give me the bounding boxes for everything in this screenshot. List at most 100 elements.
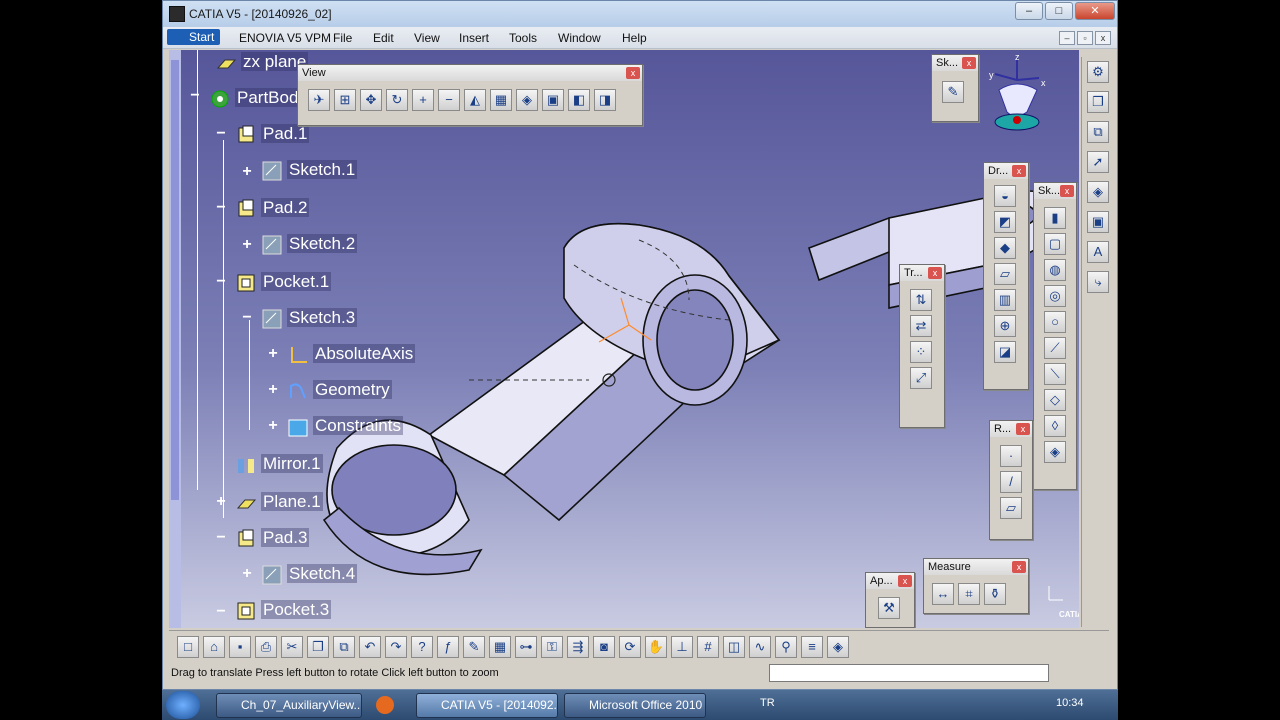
rib-icon[interactable]: ⟋ — [1044, 337, 1066, 359]
menu-insert[interactable]: Insert — [459, 31, 489, 45]
tree-node-pocket-3[interactable]: Pocket.3 — [235, 600, 332, 626]
pocket-tool-icon[interactable]: ▢ — [1044, 233, 1066, 255]
tree-node-pad-1[interactable]: Pad.1 — [235, 124, 310, 150]
tree-node-constraints[interactable]: Constraints — [287, 416, 403, 442]
comment-icon[interactable]: ✎ — [463, 636, 485, 658]
maximize-button[interactable]: □ — [1045, 2, 1073, 20]
menu-enovia[interactable]: ENOVIA V5 VPM — [239, 31, 331, 45]
paste-icon[interactable]: ⧉ — [1087, 121, 1109, 143]
taskbar-button-auxiliaryview[interactable]: Ch_07_AuxiliaryView... — [216, 693, 362, 718]
open-folder-icon[interactable]: ⌂ — [203, 636, 225, 658]
shading-icon[interactable]: ▣ — [542, 89, 564, 111]
menu-help[interactable]: Help — [622, 31, 647, 45]
expand-icon[interactable]: + — [241, 566, 253, 582]
copy-icon[interactable]: ❐ — [307, 636, 329, 658]
remove-face-icon[interactable]: ◪ — [994, 341, 1016, 363]
iso-view-icon[interactable]: ◈ — [516, 89, 538, 111]
spline-icon[interactable]: ∿ — [749, 636, 771, 658]
tree-node-sketch-3[interactable]: Sketch.3 — [261, 308, 358, 334]
formula-icon[interactable]: ƒ — [437, 636, 459, 658]
shaft-icon[interactable]: ◍ — [1044, 259, 1066, 281]
tree-node-plane-1[interactable]: Plane.1 — [235, 492, 323, 518]
surface-icon[interactable]: ◈ — [1087, 181, 1109, 203]
remove-loft-icon[interactable]: ◈ — [1044, 441, 1066, 463]
loft-icon[interactable]: ◊ — [1044, 415, 1066, 437]
tree-node-zx-plane[interactable]: zx plane — [215, 52, 309, 78]
compass-widget[interactable]: z y x — [979, 50, 1059, 140]
numeric-icon[interactable]: # — [697, 636, 719, 658]
expand-icon[interactable]: + — [215, 494, 227, 510]
new-file-icon[interactable]: □ — [177, 636, 199, 658]
collapse-icon[interactable]: − — [215, 126, 227, 142]
annotation-icon[interactable]: ⤷ — [1087, 271, 1109, 293]
fillet-icon[interactable]: ◒ — [994, 185, 1016, 207]
measure-toolbar[interactable]: Measure x ↔ ⌗ ⚱ — [923, 558, 1029, 614]
table-icon[interactable]: ▦ — [489, 636, 511, 658]
dress-up-toolbar-close-button[interactable]: x — [1012, 165, 1026, 177]
save-icon[interactable]: ▪ — [229, 636, 251, 658]
tree-node-sketch-1[interactable]: Sketch.1 — [261, 160, 358, 186]
swap-space-icon[interactable]: ◨ — [594, 89, 616, 111]
shell-icon[interactable]: ▱ — [994, 263, 1016, 285]
expand-icon[interactable]: + — [267, 382, 279, 398]
collapse-icon[interactable]: − — [189, 88, 201, 104]
rotate-icon[interactable]: ↻ — [386, 89, 408, 111]
measure-item-icon[interactable]: ⌗ — [958, 583, 980, 605]
tree-node-geometry[interactable]: Geometry — [287, 380, 392, 406]
refresh-icon[interactable]: ⟳ — [619, 636, 641, 658]
measure-between-icon[interactable]: ↔ — [932, 583, 954, 605]
transformation-toolbar[interactable]: Tr... x ⇅ ⇄ ⁘ ⤢ — [899, 264, 945, 428]
tree-node-pad-2[interactable]: Pad.2 — [235, 198, 310, 224]
cylinder-icon[interactable]: ◫ — [723, 636, 745, 658]
list-icon[interactable]: ≡ — [801, 636, 823, 658]
tree-node-sketch-2[interactable]: Sketch.2 — [261, 234, 358, 260]
sketch-tool-icon[interactable]: ✎ — [942, 81, 964, 103]
clock[interactable]: 10:34 — [1056, 697, 1084, 709]
menu-view[interactable]: View — [414, 31, 440, 45]
collapse-icon[interactable]: − — [241, 310, 253, 326]
translation-icon[interactable]: ⇅ — [910, 289, 932, 311]
menu-file[interactable]: File — [333, 31, 352, 45]
tree-node-partbody[interactable]: PartBody — [209, 88, 309, 114]
mirror-tool-icon[interactable]: ⇄ — [910, 315, 932, 337]
camera-icon[interactable]: ◙ — [593, 636, 615, 658]
multi-view-icon[interactable]: ▦ — [490, 89, 512, 111]
pin-icon[interactable]: ⚲ — [775, 636, 797, 658]
copy-icon[interactable]: ❐ — [1087, 91, 1109, 113]
language-indicator[interactable]: TR — [760, 697, 775, 709]
hole-icon[interactable]: ○ — [1044, 311, 1066, 333]
cube-icon[interactable]: ◈ — [827, 636, 849, 658]
measure-toolbar-close-button[interactable]: x — [1012, 561, 1026, 573]
line-icon[interactable]: / — [1000, 471, 1022, 493]
cut-icon[interactable]: ✂ — [281, 636, 303, 658]
apply-material-toolbar[interactable]: Ap... x ⚒ — [865, 572, 915, 628]
tree-node-pad-3[interactable]: Pad.3 — [235, 528, 310, 554]
tree-node-mirror-1[interactable]: Mirror.1 — [235, 454, 323, 480]
menu-edit[interactable]: Edit — [373, 31, 394, 45]
reference-toolbar-close-button[interactable]: x — [1016, 423, 1030, 435]
pad-tool-icon[interactable]: ▮ — [1044, 207, 1066, 229]
sketcher-toolbar-close-button[interactable]: x — [962, 57, 976, 69]
command-input[interactable] — [769, 664, 1049, 682]
expand-icon[interactable]: + — [267, 418, 279, 434]
reference-toolbar[interactable]: R... x · / ▱ — [989, 420, 1033, 540]
point-icon[interactable]: · — [1000, 445, 1022, 467]
pattern-icon[interactable]: ⁘ — [910, 341, 932, 363]
apply-material-toolbar-close-button[interactable]: x — [898, 575, 912, 587]
scan-icon[interactable]: ⇶ — [567, 636, 589, 658]
redo-icon[interactable]: ↷ — [385, 636, 407, 658]
paste-icon[interactable]: ⧉ — [333, 636, 355, 658]
chamfer-icon[interactable]: ◩ — [994, 211, 1016, 233]
zoom-in-icon[interactable]: + — [412, 89, 434, 111]
fit-all-icon[interactable]: ⊞ — [334, 89, 356, 111]
help-icon[interactable]: ? — [411, 636, 433, 658]
normal-view-icon[interactable]: ◭ — [464, 89, 486, 111]
mdi-minimize-button[interactable]: ‒ — [1059, 31, 1075, 45]
mdi-restore-button[interactable]: ▫ — [1077, 31, 1093, 45]
draft-icon[interactable]: ◆ — [994, 237, 1016, 259]
3d-viewport[interactable]: z y x CATIA zx plane − PartBody − — [169, 50, 1079, 628]
expand-icon[interactable]: + — [267, 346, 279, 362]
mdi-close-button[interactable]: x — [1095, 31, 1111, 45]
sketcher-toolbar[interactable]: Sk... x ✎ — [931, 54, 979, 122]
thickness-icon[interactable]: ▥ — [994, 289, 1016, 311]
